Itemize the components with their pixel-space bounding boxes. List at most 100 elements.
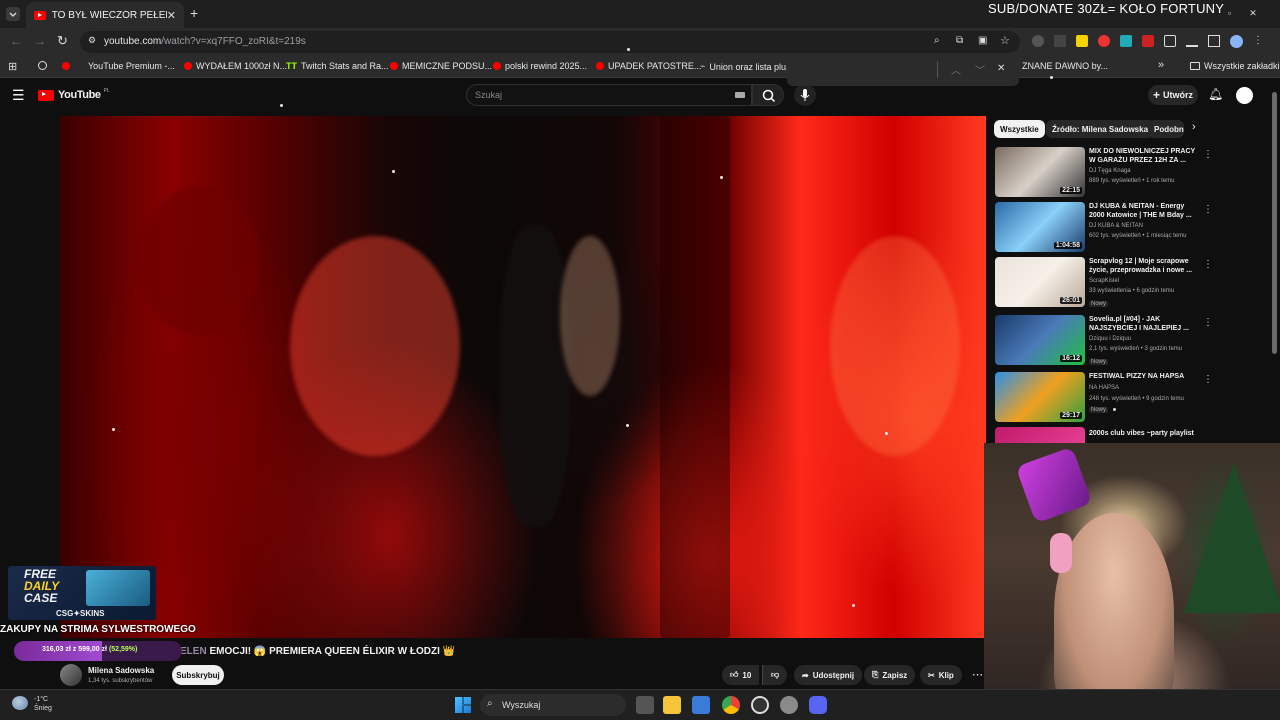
tab-title: TO BYŁ WIECZÓR PEŁEN EMOC [51, 9, 167, 21]
windows-start-icon[interactable] [455, 697, 471, 713]
hamburger-menu-icon[interactable]: ☰ [12, 87, 25, 104]
extension-icon[interactable] [1098, 35, 1110, 47]
extension-icon[interactable] [1142, 35, 1154, 47]
bookmark-item[interactable]: ⌁ Union oraz lista plu... [700, 61, 793, 72]
more-options-icon[interactable]: ⋮ [1203, 259, 1213, 270]
video-player[interactable] [60, 116, 986, 638]
site-info-icon[interactable]: ⚙ [88, 35, 96, 46]
search-button[interactable] [752, 84, 784, 106]
clip-button[interactable]: ✂ Klip [920, 665, 962, 685]
channel-avatar[interactable] [60, 664, 82, 686]
dislike-button[interactable]: 👎︎ [762, 665, 788, 685]
tab-active[interactable]: TO BYŁ WIECZÓR PEŁEN EMOC ✕ [26, 2, 184, 28]
video-meta: 889 tys. wyświetleń • 1 rok temu [1089, 178, 1175, 184]
extension-icon[interactable] [1032, 35, 1044, 47]
youtube-logo[interactable]: YouTube PL [38, 88, 110, 101]
share-button[interactable]: ➦ Udostępnij [794, 665, 863, 685]
bookmark-item[interactable]: polski rewind 2025... [493, 61, 587, 71]
channel-name: NA HAPSA [1089, 385, 1120, 391]
menu-kebab-icon[interactable]: ⋮ [1253, 35, 1263, 48]
address-row: ← → ↻ ⚙ youtube.com/watch?v=xq7FFO_zoRI&… [0, 28, 1280, 56]
restore-icon[interactable]: ▫ [1228, 8, 1231, 19]
url-host: youtube.com [104, 36, 162, 47]
settings-gear-icon[interactable] [780, 696, 798, 714]
more-options-icon[interactable]: ⋮ [1203, 149, 1213, 160]
chip-source[interactable]: Źródło: Milena Sadowska [1046, 120, 1155, 138]
search-input[interactable]: Szukaj [466, 84, 752, 106]
bookmark-item[interactable]: WYDAŁEM 1000zł N... [184, 61, 287, 71]
bookmark-item[interactable]: UPADEK PATOSTRE... [596, 61, 701, 71]
subscribe-button[interactable]: Subskrybuj [172, 665, 224, 685]
more-options-icon[interactable]: ⋮ [1203, 374, 1213, 385]
back-icon[interactable]: ← [10, 34, 22, 48]
recommendation-item[interactable]: 1:04:58 DJ KUBA & NEITAN - Energy 2000 K… [995, 202, 1213, 254]
tab-list-button[interactable] [6, 7, 20, 21]
extension-icon[interactable] [1120, 35, 1132, 47]
bookmark-item[interactable]: MEMICZNE PODSU... [390, 61, 492, 71]
forward-icon[interactable]: → [34, 34, 46, 48]
extension-icon[interactable] [1054, 35, 1066, 47]
chip-similar[interactable]: Podobne [1148, 120, 1184, 138]
new-tab-button[interactable]: + [190, 5, 198, 21]
media-icon[interactable] [1186, 35, 1198, 47]
task-view-icon[interactable] [636, 696, 654, 714]
chevron-right-icon[interactable]: › [1192, 121, 1196, 133]
tab-close-icon[interactable]: ✕ [167, 9, 176, 22]
voice-search-button[interactable] [794, 84, 816, 106]
puzzle-icon[interactable] [1164, 35, 1176, 47]
install-icon[interactable]: ⧉ [956, 35, 963, 46]
recommendation-item[interactable]: 16:12 Sovelia.pl [#04] - JAK NAJSZYBCIEJ… [995, 315, 1213, 367]
taskbar-search[interactable]: Wyszukaj ⌕ [480, 694, 626, 716]
recommendation-item[interactable]: 29:17 FESTIWAL PIZZY NA HAPSA NA HAPSA 2… [995, 372, 1213, 424]
address-bar[interactable]: ⚙ youtube.com/watch?v=xq7FFO_zoRI&t=219s… [80, 31, 1020, 53]
bookmark-item[interactable]: YouTube Premium -... [62, 61, 175, 71]
obs-icon[interactable] [751, 696, 769, 714]
weather-widget[interactable]: -1°C Śnieg [34, 695, 52, 713]
find-close-icon[interactable]: ✕ [997, 63, 1005, 74]
chrome-icon[interactable] [722, 696, 740, 714]
discord-icon[interactable] [809, 696, 827, 714]
weather-icon[interactable] [12, 696, 28, 710]
channel-name: DJ KUBA & NEITAN [1089, 223, 1143, 229]
channel-name[interactable]: Milena Sadowska [88, 666, 154, 675]
account-avatar[interactable] [1236, 87, 1253, 104]
sidebar-icon[interactable] [1208, 35, 1220, 47]
create-button[interactable]: + Utwórz [1148, 85, 1198, 105]
chip-all[interactable]: Wszystkie [994, 120, 1045, 138]
more-options-icon[interactable]: ⋮ [1203, 204, 1213, 215]
thumbnail: 26:01 [995, 257, 1085, 307]
profile-avatar-icon[interactable] [1230, 35, 1243, 48]
close-window-icon[interactable]: ✕ [1249, 8, 1257, 19]
recommendation-item[interactable]: 26:01 Scrapvlog 12 | Moje scrapowe życie… [995, 257, 1213, 309]
store-icon[interactable] [692, 696, 710, 714]
reload-icon[interactable]: ↻ [57, 33, 68, 49]
youtube-favicon-icon [62, 62, 70, 70]
bookmark-icon[interactable] [38, 61, 47, 70]
bookmark-item[interactable]: TT Twitch Stats and Ra... [286, 61, 389, 71]
youtube-favicon-icon [34, 10, 46, 20]
keyboard-icon[interactable] [735, 92, 745, 98]
like-button[interactable]: 👍︎ 10 [722, 665, 760, 685]
notifications-bell-icon[interactable]: 🔔︎ [1208, 87, 1223, 101]
more-options-icon[interactable]: ⋮ [1203, 429, 1205, 440]
duration-badge: 22:15 [1060, 187, 1082, 194]
donation-goal-text: 316,03 zł z 599,00 zł (52,59%) [42, 646, 137, 653]
more-actions-icon[interactable]: ⋯ [972, 668, 983, 681]
clip-label: Klip [938, 670, 954, 680]
recommendation-item[interactable]: 2000s club vibes ~party playlist ⋮ [995, 427, 1205, 443]
extension-icon[interactable] [1076, 35, 1088, 47]
bookmark-star-icon[interactable]: ☆ [1000, 34, 1010, 47]
reading-icon[interactable]: ▣ [978, 35, 987, 46]
more-options-icon[interactable]: ⋮ [1203, 317, 1213, 328]
save-button[interactable]: ⎘ Zapisz [864, 665, 916, 685]
bookmark-item[interactable]: ZNANE DAWNO by... [1022, 61, 1108, 71]
find-down-icon[interactable]: ﹀ [975, 62, 985, 77]
find-up-icon[interactable]: ︿ [951, 62, 961, 77]
recommendation-item[interactable]: 22:15 MIX DO NIEWOLNICZEJ PRACY W GARAŻU… [995, 147, 1213, 199]
all-bookmarks[interactable]: Wszystkie zakładki [1190, 61, 1280, 71]
page-scrollbar[interactable] [1272, 92, 1277, 354]
apps-grid-icon[interactable]: ⊞ [8, 60, 17, 73]
zoom-icon[interactable]: ⌕ [934, 35, 940, 46]
file-explorer-icon[interactable] [663, 696, 681, 714]
chevron-right-icon[interactable]: » [1158, 59, 1164, 71]
